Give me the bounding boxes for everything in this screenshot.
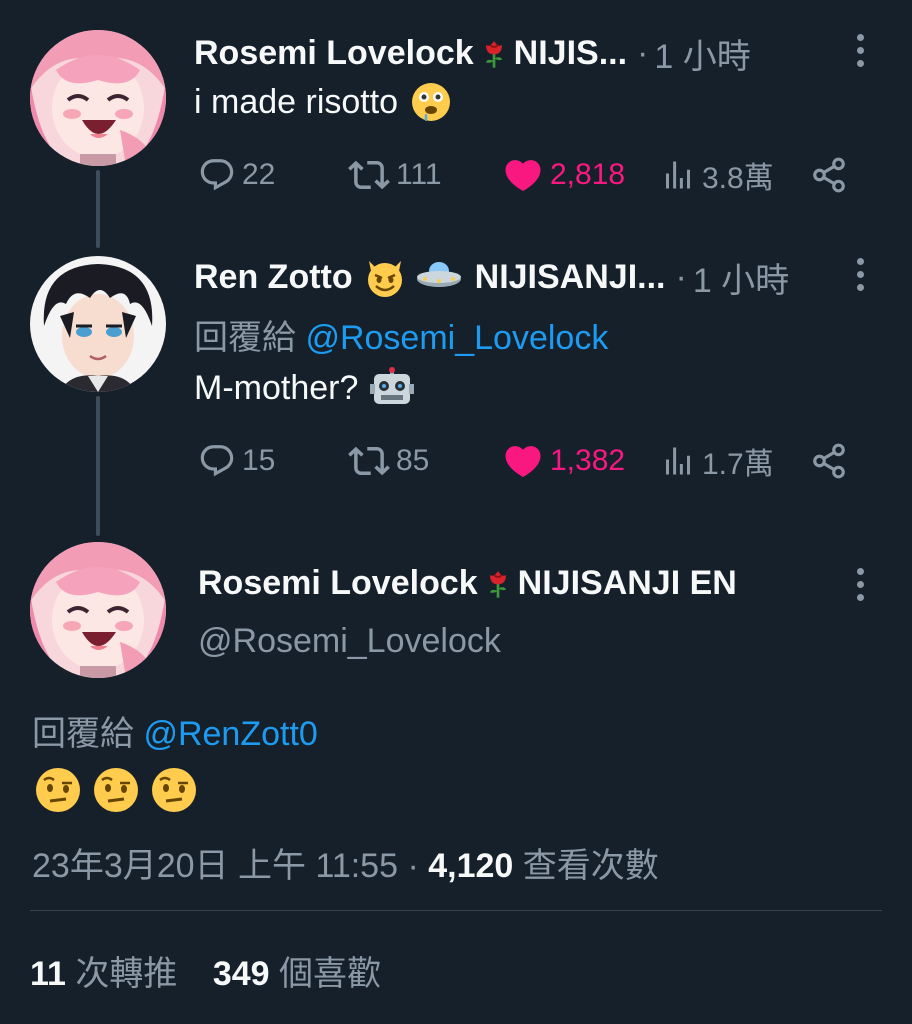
retweets-stat[interactable]: 11 次轉推: [30, 955, 187, 993]
tweet-actions: 22 111 2,818 3.8萬: [194, 150, 854, 200]
tweet-actions: 15 85 1,382 1.7萬: [194, 436, 854, 486]
share-icon: [810, 442, 848, 480]
divider: [30, 910, 882, 911]
rose-emoji-icon: [482, 565, 514, 601]
more-options-icon[interactable]: [857, 258, 867, 297]
share-button[interactable]: [810, 150, 848, 200]
author-handle[interactable]: @Rosemi_Lovelock: [198, 622, 501, 661]
tweet-text: [32, 766, 200, 814]
tweet-meta: 23年3月20日 上午 11:55 · 4,120 查看次數: [32, 838, 659, 887]
replying-to: 回覆給 @Rosemi_Lovelock: [194, 310, 608, 359]
tweet-text-content: i made risotto: [194, 82, 399, 121]
retweets-count: 11: [30, 955, 66, 993]
thread-connector: [96, 170, 100, 248]
tweet-text: i made risotto: [194, 80, 452, 124]
smiling-devil-emoji-icon: [367, 261, 402, 297]
drooling-face-emoji-icon: [412, 83, 451, 121]
retweet-count: 85: [396, 444, 430, 477]
heart-icon: [502, 440, 544, 482]
like-count: 2,818: [550, 158, 626, 191]
rose-emoji-icon: [478, 35, 510, 71]
views-icon: [660, 157, 696, 193]
views-count: 4,120: [428, 847, 514, 885]
reply-handle-link[interactable]: @Rosemi_Lovelock: [305, 319, 608, 357]
share-button[interactable]: [810, 436, 848, 486]
views-button[interactable]: 3.8萬: [660, 150, 774, 200]
avatar[interactable]: [30, 30, 166, 166]
views-label: 查看次數: [522, 847, 659, 885]
engagement-stats: 11 次轉推 349 個喜歡: [30, 946, 381, 995]
reply-handle-link[interactable]: @RenZott0: [143, 715, 317, 753]
display-name-suffix[interactable]: NIJISANJI EN: [518, 564, 737, 603]
tweet-header: Ren Zotto NIJISANJI... · 1 小時: [194, 254, 789, 300]
views-count: 1.7萬: [702, 448, 774, 481]
display-name-suffix[interactable]: NIJISANJI...: [475, 258, 666, 297]
likes-label: 個喜歡: [279, 955, 382, 993]
avatar[interactable]: [30, 542, 166, 678]
views-icon: [660, 443, 696, 479]
reply-prefix: 回覆給: [194, 319, 296, 357]
timestamp[interactable]: 1 小時: [693, 253, 789, 302]
views-button[interactable]: 1.7萬: [660, 436, 774, 486]
tweet-date[interactable]: 23年3月20日 上午 11:55: [32, 847, 398, 885]
display-name[interactable]: Rosemi Lovelock: [194, 34, 474, 73]
heart-icon: [502, 154, 544, 196]
like-button[interactable]: 1,382: [502, 436, 625, 486]
reply-prefix: 回覆給: [32, 715, 134, 753]
raised-eyebrow-emoji-icon: [36, 768, 80, 812]
more-options-icon[interactable]: [857, 34, 867, 73]
retweet-icon: [348, 440, 390, 482]
like-button[interactable]: 2,818: [502, 150, 625, 200]
timestamp[interactable]: 1 小時: [654, 29, 750, 78]
tweet-text: M-mother?: [194, 364, 415, 412]
reply-count: 15: [242, 444, 276, 477]
reply-icon: [198, 442, 236, 480]
likes-count: 349: [212, 955, 270, 993]
tweet-header: Rosemi Lovelock NIJIS... · 1 小時: [194, 30, 751, 76]
separator-dot: ·: [637, 33, 649, 72]
display-name-suffix[interactable]: NIJIS...: [514, 34, 627, 73]
like-count: 1,382: [550, 444, 626, 477]
reply-button[interactable]: 15: [198, 436, 275, 486]
retweet-button[interactable]: 85: [348, 436, 429, 486]
views-count: 3.8萬: [702, 162, 774, 195]
ufo-emoji-icon: [416, 262, 461, 287]
retweet-count: 111: [396, 158, 442, 191]
display-name[interactable]: Ren Zotto: [194, 258, 353, 297]
replying-to: 回覆給 @RenZott0: [32, 706, 318, 755]
more-options-icon[interactable]: [857, 568, 867, 607]
retweet-icon: [348, 154, 390, 196]
tweet-text-content: M-mother?: [194, 368, 359, 407]
separator-dot: ·: [407, 847, 419, 885]
separator-dot: ·: [675, 257, 687, 296]
raised-eyebrow-emoji-icon: [152, 768, 196, 812]
robot-emoji-icon: [370, 367, 415, 404]
reply-icon: [198, 156, 236, 194]
avatar[interactable]: [30, 256, 166, 392]
display-name[interactable]: Rosemi Lovelock: [198, 564, 478, 603]
likes-stat[interactable]: 349 個喜歡: [213, 955, 381, 993]
thread-connector: [96, 396, 100, 536]
reply-button[interactable]: 22: [198, 150, 275, 200]
retweets-label: 次轉推: [75, 955, 178, 993]
author-name: Rosemi Lovelock NIJISANJI EN: [198, 560, 737, 606]
share-icon: [810, 156, 848, 194]
raised-eyebrow-emoji-icon: [94, 768, 138, 812]
retweet-button[interactable]: 111: [348, 150, 442, 200]
reply-count: 22: [242, 158, 276, 191]
